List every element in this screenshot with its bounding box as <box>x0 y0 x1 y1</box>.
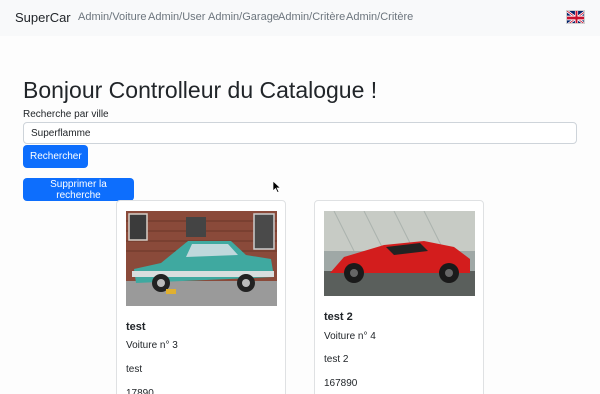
card-price: 167890 <box>324 378 358 389</box>
nav-link-admin-critere-2[interactable]: Admin/Critère <box>346 11 413 23</box>
card-description: test <box>126 364 143 375</box>
page-title: Bonjour Controlleur du Catalogue ! <box>23 77 378 103</box>
card-title: test 2 <box>324 311 353 323</box>
car-card: test 2 Voiture n° 4 test 2 167890 <box>314 200 484 394</box>
search-label: Recherche par ville <box>23 109 109 120</box>
navbar-brand[interactable]: SuperCar <box>15 10 71 25</box>
card-title: test <box>126 321 146 333</box>
search-button[interactable]: Rechercher <box>23 145 88 168</box>
mouse-cursor-icon <box>273 181 281 193</box>
nav-link-admin-critere[interactable]: Admin/Critère <box>278 11 345 23</box>
clear-search-button[interactable]: Supprimer la recherche <box>23 178 134 201</box>
navbar: SuperCar Admin/Voiture Admin/User Admin/… <box>0 0 600 36</box>
card-description: test 2 <box>324 354 349 365</box>
nav-link-admin-voiture[interactable]: Admin/Voiture <box>78 11 146 23</box>
teal-vintage-car-photo <box>126 211 277 306</box>
car-card: test Voiture n° 3 test 17890 <box>116 200 286 394</box>
nav-link-admin-garage[interactable]: Admin/Garage <box>208 11 279 23</box>
red-sports-car-photo <box>324 211 475 296</box>
card-price: 17890 <box>126 388 154 394</box>
nav-link-admin-user[interactable]: Admin/User <box>148 11 205 23</box>
uk-flag-icon[interactable] <box>566 10 585 24</box>
card-car-number: Voiture n° 3 <box>126 340 178 351</box>
search-input[interactable] <box>23 122 577 144</box>
card-car-number: Voiture n° 4 <box>324 331 376 342</box>
